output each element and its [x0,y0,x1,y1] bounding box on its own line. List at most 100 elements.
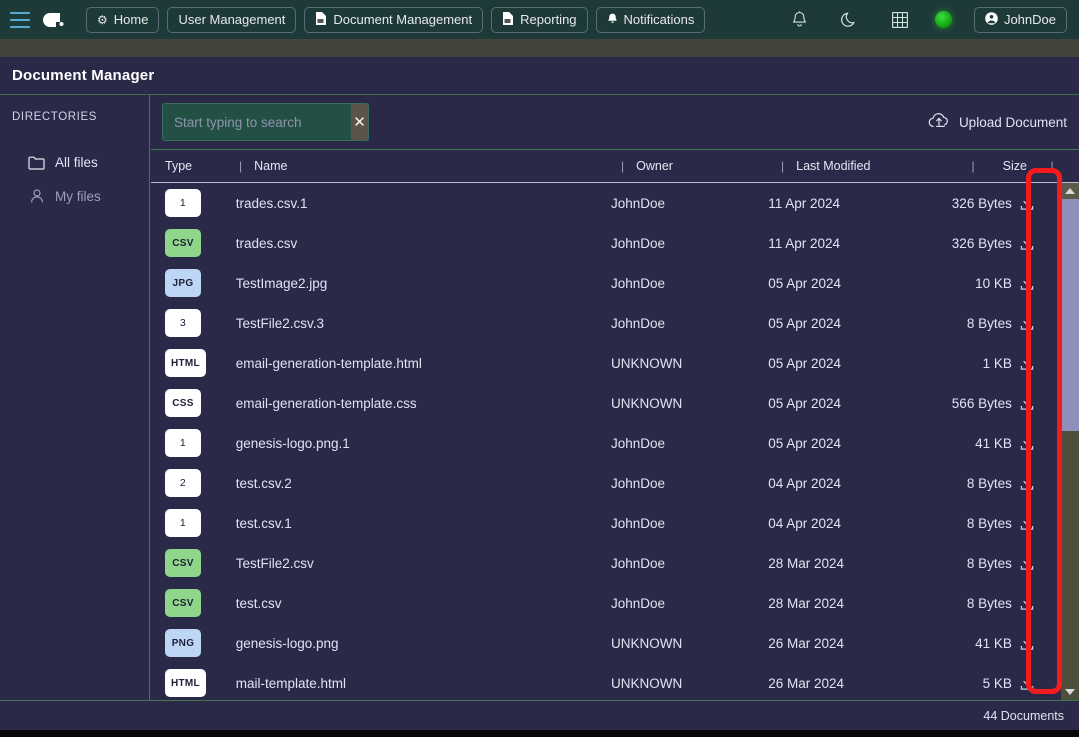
cell-actions [1012,548,1059,578]
column-divider[interactable]: | [1048,159,1053,173]
cell-last-modified: 05 Apr 2024 [768,435,842,451]
table-row[interactable]: CSV TestFile2.csv JohnDoe 28 Mar 2024 8 Byte… [151,543,1059,583]
bell-icon[interactable] [787,7,813,33]
download-icon[interactable] [1012,428,1042,458]
content-area: ✕ Upload Document Type [151,95,1079,700]
search-input[interactable] [163,104,351,140]
nav-button-user-management[interactable]: User Management [167,6,297,33]
nav-button-reporting[interactable]: Reporting [491,6,588,33]
cell-size: 5 KB [982,675,1012,691]
cell-actions [1012,268,1059,298]
hamburger-menu-icon[interactable] [10,11,30,28]
cell-name[interactable]: test.csv.2 [236,476,611,491]
column-header-last-modified[interactable]: | Last Modified [779,159,921,173]
download-icon[interactable] [1012,228,1042,258]
grid-icon[interactable] [887,7,913,33]
download-icon[interactable] [1012,548,1042,578]
document-count-label: 44 Documents [983,708,1064,723]
nav-button-home[interactable]: ⚙ Home [86,6,160,33]
column-header-owner[interactable]: | Owner [619,159,779,173]
cell-name[interactable]: test.csv [236,596,611,611]
table-row[interactable]: 3 TestFile2.csv.3 JohnDoe 05 Apr 2024 8 Byte… [151,303,1059,343]
nav-button-reporting-label: Reporting [520,12,577,27]
table-row[interactable]: 1 trades.csv.1 JohnDoe 11 Apr 2024 326 Bytes [151,183,1059,223]
column-header-type[interactable]: Type [151,159,237,173]
table-row[interactable]: 1 test.csv.1 JohnDoe 04 Apr 2024 8 Bytes [151,503,1059,543]
cell-name[interactable]: mail-template.html [236,676,611,691]
scroll-up-arrow-icon[interactable] [1061,183,1079,199]
cell-size: 8 Bytes [966,475,1012,491]
cell-type: HTML [151,669,236,697]
column-header-name-label: Name [254,159,288,173]
moon-icon[interactable] [837,7,863,33]
cell-type: CSV [151,549,236,577]
cell-actions [1012,668,1059,698]
cell-name[interactable]: trades.csv.1 [236,196,611,211]
sidebar-item-my-files[interactable]: My files [0,179,149,213]
table-row[interactable]: 2 test.csv.2 JohnDoe 04 Apr 2024 8 Bytes [151,463,1059,503]
cell-owner: UNKNOWN [611,675,683,691]
column-divider[interactable]: | [619,159,624,173]
download-icon[interactable] [1012,468,1042,498]
status-dot-icon[interactable] [934,11,952,28]
table-row[interactable]: PNG genesis-logo.png UNKNOWN 26 Mar 2024 41 … [151,623,1059,663]
cell-name[interactable]: genesis-logo.png [236,636,611,651]
table-row[interactable]: JPG TestImage2.jpg JohnDoe 05 Apr 2024 10 KB [151,263,1059,303]
page-body: DIRECTORIES All files My files ✕ [0,95,1079,700]
download-icon[interactable] [1012,508,1042,538]
document-icon [315,12,327,27]
cell-last-modified: 05 Apr 2024 [768,395,842,411]
table-row[interactable]: CSS email-generation-template.css UNKNOWN 0… [151,383,1059,423]
download-icon[interactable] [1012,668,1042,698]
cell-owner: JohnDoe [611,435,666,451]
document-rows: 1 trades.csv.1 JohnDoe 11 Apr 2024 326 Bytes… [151,183,1059,700]
cell-name[interactable]: genesis-logo.png.1 [236,436,611,451]
column-header-size[interactable]: | Size [921,159,1027,173]
cell-last-modified: 28 Mar 2024 [768,555,845,571]
cell-size: 8 Bytes [966,555,1012,571]
download-icon[interactable] [1012,388,1042,418]
column-divider[interactable]: | [779,159,784,173]
page-header: Document Manager [0,57,1079,95]
scroll-down-arrow-icon[interactable] [1061,684,1079,700]
column-divider[interactable]: | [237,159,242,173]
column-divider[interactable]: | [970,159,975,173]
sidebar-item-all-files[interactable]: All files [0,145,149,179]
download-icon[interactable] [1012,628,1042,658]
cell-name[interactable]: test.csv.1 [236,516,611,531]
document-icon [502,12,514,27]
table-row[interactable]: CSV trades.csv JohnDoe 11 Apr 2024 326 Bytes [151,223,1059,263]
nav-button-document-management[interactable]: Document Management [304,6,484,33]
user-menu-button[interactable]: JohnDoe [973,6,1067,33]
table-row[interactable]: HTML email-generation-template.html UNKNOW… [151,343,1059,383]
cell-name[interactable]: TestFile2.csv.3 [236,316,611,331]
nav-button-document-management-label: Document Management [333,12,473,27]
clear-search-button[interactable]: ✕ [351,104,368,140]
download-icon[interactable] [1012,348,1042,378]
cell-actions [1012,508,1059,538]
column-header-name[interactable]: | Name [237,159,619,173]
cell-owner: UNKNOWN [611,395,683,411]
table-row[interactable]: HTML mail-template.html UNKNOWN 26 Mar 2024… [151,663,1059,700]
cell-name[interactable]: TestFile2.csv [236,556,611,571]
cell-size: 8 Bytes [966,595,1012,611]
cell-type: 3 [151,309,236,337]
cell-size: 326 Bytes [951,195,1012,211]
cell-name[interactable]: TestImage2.jpg [236,276,611,291]
upload-document-button[interactable]: Upload Document [928,112,1067,132]
table-row[interactable]: CSV test.csv JohnDoe 28 Mar 2024 8 Bytes [151,583,1059,623]
cell-last-modified: 11 Apr 2024 [768,235,841,251]
scrollbar-thumb[interactable] [1061,199,1079,431]
download-icon[interactable] [1012,188,1042,218]
column-header-last-modified-label: Last Modified [796,159,871,173]
table-row[interactable]: 1 genesis-logo.png.1 JohnDoe 05 Apr 2024 41 … [151,423,1059,463]
download-icon[interactable] [1012,268,1042,298]
nav-button-notifications[interactable]: Notifications [595,6,706,33]
app-logo-icon[interactable] [42,8,66,32]
cell-name[interactable]: email-generation-template.html [236,356,611,371]
download-icon[interactable] [1012,308,1042,338]
cell-name[interactable]: email-generation-template.css [236,396,611,411]
cell-name[interactable]: trades.csv [236,236,611,251]
vertical-scrollbar[interactable] [1061,183,1079,700]
download-icon[interactable] [1012,588,1042,618]
